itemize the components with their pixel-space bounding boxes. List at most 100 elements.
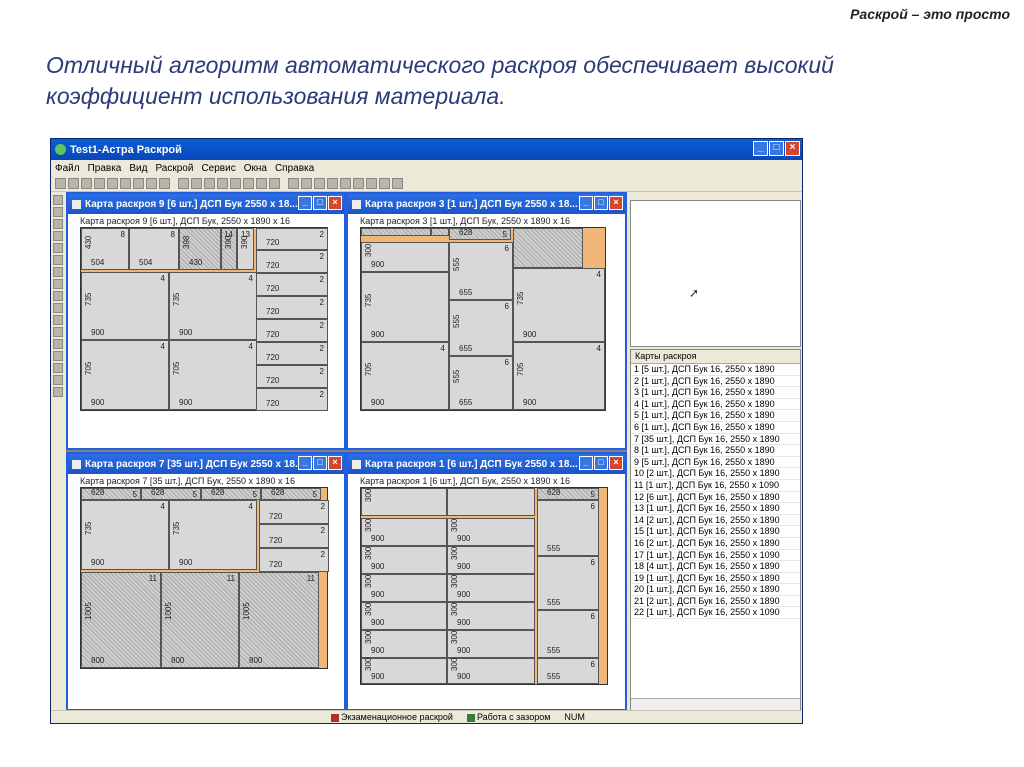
tool-button[interactable] <box>53 267 63 277</box>
cut-piece[interactable]: 900 705 4 <box>361 342 449 410</box>
toolbar-button[interactable] <box>159 178 170 189</box>
list-item[interactable]: 2 [1 шт.], ДСП Бук 16, 2550 x 1890 <box>631 376 800 388</box>
toolbar-button[interactable] <box>55 178 66 189</box>
child-titlebar[interactable]: Карта раскроя 7 [35 шт.] ДСП Бук 2550 x … <box>68 454 344 474</box>
cut-piece[interactable]: 900 705 4 <box>513 342 605 410</box>
child-minimize-button[interactable]: _ <box>579 196 593 210</box>
toolbar-button[interactable] <box>191 178 202 189</box>
cut-piece[interactable]: 900 300 <box>447 658 535 684</box>
child-maximize-button[interactable]: □ <box>594 196 608 210</box>
cut-piece[interactable]: 900 735 4 <box>513 268 605 342</box>
cut-piece[interactable]: 555 6 <box>537 500 599 556</box>
cut-piece[interactable]: 504 8 <box>129 228 179 270</box>
cut-piece[interactable]: 900 705 4 <box>169 340 257 410</box>
cut-piece[interactable]: 655 555 6 <box>449 300 513 356</box>
cut-piece[interactable]: 720 2 <box>256 273 328 296</box>
cut-piece[interactable] <box>513 228 583 268</box>
cut-piece[interactable]: 720 2 <box>256 342 328 365</box>
cut-piece[interactable]: 390 13 <box>237 228 254 270</box>
cut-piece[interactable]: 555 6 <box>537 658 599 684</box>
list-item[interactable]: 4 [1 шт.], ДСП Бук 16, 2550 x 1890 <box>631 399 800 411</box>
toolbar-button[interactable] <box>392 178 403 189</box>
tool-button[interactable] <box>53 363 63 373</box>
cut-piece[interactable]: 900 300 <box>361 518 447 546</box>
tool-button[interactable] <box>53 279 63 289</box>
cut-piece[interactable]: 720 2 <box>256 296 328 319</box>
cut-piece[interactable]: 720 2 <box>256 388 328 411</box>
tool-button[interactable] <box>53 195 63 205</box>
list-item[interactable]: 16 [2 шт.], ДСП Бук 16, 2550 x 1890 <box>631 538 800 550</box>
child-minimize-button[interactable]: _ <box>298 196 312 210</box>
menu-help[interactable]: Справка <box>275 163 314 174</box>
child-minimize-button[interactable]: _ <box>579 456 593 470</box>
close-button[interactable]: × <box>785 141 800 156</box>
toolbar-button[interactable] <box>94 178 105 189</box>
cut-piece[interactable]: 900 300 <box>361 546 447 574</box>
toolbar-button[interactable] <box>178 178 189 189</box>
toolbar-button[interactable] <box>81 178 92 189</box>
cut-piece[interactable]: 900 300 <box>447 630 535 658</box>
menu-edit[interactable]: Правка <box>88 163 122 174</box>
child-maximize-button[interactable]: □ <box>594 456 608 470</box>
list-item[interactable]: 11 [1 шт.], ДСП Бук 16, 2550 x 1090 <box>631 480 800 492</box>
toolbar-button[interactable] <box>256 178 267 189</box>
toolbar-button[interactable] <box>366 178 377 189</box>
cut-piece[interactable]: 720 2 <box>256 319 328 342</box>
tool-button[interactable] <box>53 207 63 217</box>
cut-piece[interactable]: 504 430 8 <box>81 228 129 270</box>
cut-piece[interactable]: 800 1005 11 <box>161 572 239 668</box>
list-scrollbar[interactable] <box>631 698 800 710</box>
tool-button[interactable] <box>53 291 63 301</box>
toolbar-button[interactable] <box>340 178 351 189</box>
cut-piece[interactable]: 900 300 <box>447 546 535 574</box>
toolbar-button[interactable] <box>68 178 79 189</box>
menu-windows[interactable]: Окна <box>244 163 267 174</box>
tool-button[interactable] <box>53 219 63 229</box>
child-close-button[interactable]: × <box>609 456 623 470</box>
maximize-button[interactable]: □ <box>769 141 784 156</box>
cut-piece[interactable]: 900 300 <box>447 574 535 602</box>
list-item[interactable]: 21 [2 шт.], ДСП Бук 16, 2550 x 1890 <box>631 596 800 608</box>
list-item[interactable]: 6 [1 шт.], ДСП Бук 16, 2550 x 1890 <box>631 422 800 434</box>
tool-button[interactable] <box>53 387 63 397</box>
cut-piece[interactable]: 720 2 <box>256 250 328 273</box>
toolbar-button[interactable] <box>269 178 280 189</box>
list-item[interactable]: 19 [1 шт.], ДСП Бук 16, 2550 x 1890 <box>631 573 800 585</box>
list-item[interactable]: 22 [1 шт.], ДСП Бук 16, 2550 x 1090 <box>631 607 800 620</box>
list-item[interactable]: 3 [1 шт.], ДСП Бук 16, 2550 x 1890 <box>631 387 800 399</box>
toolbar-button[interactable] <box>301 178 312 189</box>
cut-piece[interactable]: 900 705 4 <box>81 340 169 410</box>
cut-piece[interactable]: 900 735 4 <box>81 500 169 570</box>
cut-piece[interactable]: 720 2 <box>256 228 328 250</box>
list-item[interactable]: 18 [4 шт.], ДСП Бук 16, 2550 x 1890 <box>631 561 800 573</box>
list-item[interactable]: 7 [35 шт.], ДСП Бук 16, 2550 x 1890 <box>631 434 800 446</box>
toolbar-button[interactable] <box>120 178 131 189</box>
cut-piece[interactable]: 900 300 <box>361 242 449 272</box>
toolbar-button[interactable] <box>107 178 118 189</box>
cut-piece[interactable]: 900 300 <box>361 574 447 602</box>
cut-piece[interactable]: 900 735 4 <box>169 500 257 570</box>
toolbar-button[interactable] <box>327 178 338 189</box>
child-titlebar[interactable]: Карта раскроя 3 [1 шт.] ДСП Бук 2550 x 1… <box>348 194 625 214</box>
list-item[interactable]: 10 [2 шт.], ДСП Бук 16, 2550 x 1890 <box>631 468 800 480</box>
cut-piece[interactable] <box>361 228 431 236</box>
tool-button[interactable] <box>53 315 63 325</box>
child-titlebar[interactable]: Карта раскроя 1 [6 шт.] ДСП Бук 2550 x 1… <box>348 454 625 474</box>
cut-piece[interactable]: 628 5 <box>537 488 599 500</box>
cut-piece[interactable]: 720 2 <box>256 365 328 388</box>
menu-service[interactable]: Сервис <box>201 163 235 174</box>
child-maximize-button[interactable]: □ <box>313 456 327 470</box>
toolbar-button[interactable] <box>133 178 144 189</box>
cut-piece[interactable] <box>431 228 449 236</box>
list-item[interactable]: 8 [1 шт.], ДСП Бук 16, 2550 x 1890 <box>631 445 800 457</box>
cut-piece[interactable]: 628 5 <box>449 228 511 240</box>
cut-piece[interactable]: 628 5 <box>81 488 141 500</box>
material-sheet[interactable]: 300 628 5 900 300 900 300 555 6 900 300 900 300 900 30… <box>360 487 608 685</box>
cut-piece[interactable]: 390 14 <box>221 228 237 270</box>
list-item[interactable]: 14 [2 шт.], ДСП Бук 16, 2550 x 1890 <box>631 515 800 527</box>
toolbar-button[interactable] <box>288 178 299 189</box>
toolbar-button[interactable] <box>204 178 215 189</box>
cut-piece[interactable]: 628 5 <box>261 488 321 500</box>
cut-piece[interactable] <box>447 488 535 516</box>
tool-button[interactable] <box>53 243 63 253</box>
